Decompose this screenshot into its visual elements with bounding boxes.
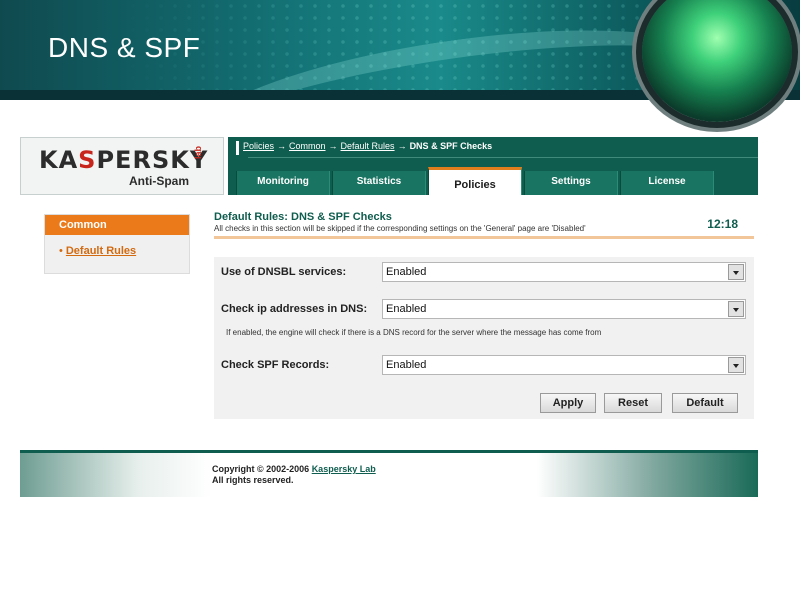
row-dnsbl: Use of DNSBL services: Enabled — [214, 262, 754, 284]
chevron-down-icon[interactable] — [728, 357, 744, 373]
dnsbl-label: Use of DNSBL services: — [221, 266, 347, 278]
row-ip-dns: Check ip addresses in DNS: Enabled — [214, 299, 754, 321]
chevron-down-icon[interactable] — [728, 264, 744, 280]
green-orb-icon — [642, 0, 792, 122]
footer: Copyright © 2002-2006 Kaspersky Lab All … — [20, 450, 758, 497]
row-spf: Check SPF Records: Enabled — [214, 355, 754, 377]
page-note: All checks in this section will be skipp… — [214, 224, 586, 233]
main-tabs: Monitoring Statistics Policies Settings … — [228, 167, 758, 195]
top-navigation-bar: Policies → Common → Default Rules → DNS & SPF … — [228, 137, 758, 195]
spf-label: Check SPF Records: — [221, 359, 330, 371]
sidebar-item-default-rules[interactable]: • Default Rules — [45, 245, 189, 257]
logo-lab-text: lab — [193, 146, 203, 160]
copyright: Copyright © 2002-2006 Kaspersky Lab All … — [212, 464, 376, 486]
product-name: Anti-Spam — [129, 174, 189, 188]
page-title: Default Rules: DNS & SPF Checks — [214, 211, 392, 223]
settings-panel: Use of DNSBL services: Enabled Check ip … — [214, 257, 754, 419]
tab-monitoring[interactable]: Monitoring — [236, 171, 330, 195]
footer-divider — [20, 450, 758, 453]
breadcrumb-divider — [248, 157, 758, 158]
tab-statistics[interactable]: Statistics — [332, 171, 426, 195]
clock: 12:18 — [707, 217, 738, 231]
breadcrumb-arrow-icon: → — [277, 141, 287, 151]
breadcrumb-link-common[interactable]: Common — [289, 141, 326, 151]
tab-policies[interactable]: Policies — [428, 167, 522, 195]
breadcrumb-link-policies[interactable]: Policies — [243, 141, 274, 151]
content-header: Default Rules: DNS & SPF Checks All chec… — [214, 211, 754, 239]
reset-button[interactable]: Reset — [604, 393, 662, 413]
dnsbl-select[interactable]: Enabled — [382, 262, 746, 282]
ip-dns-select-value: Enabled — [386, 303, 427, 315]
breadcrumb: Policies → Common → Default Rules → DNS & SPF … — [236, 141, 492, 155]
ip-dns-select[interactable]: Enabled — [382, 299, 746, 319]
rights-text: All rights reserved. — [212, 475, 294, 485]
ip-dns-label: Check ip addresses in DNS: — [221, 303, 368, 315]
copyright-prefix: Copyright © 2002-2006 — [212, 464, 310, 474]
chevron-down-icon[interactable] — [728, 301, 744, 317]
kaspersky-app-window: KASPERSKY lab Anti-Spam Policies → Common →… — [20, 137, 758, 501]
kaspersky-logo: KASPERSKY lab Anti-Spam — [20, 137, 224, 195]
dnsbl-select-value: Enabled — [386, 266, 427, 278]
spf-select[interactable]: Enabled — [382, 355, 746, 375]
default-button[interactable]: Default — [672, 393, 738, 413]
tab-license[interactable]: License — [620, 171, 714, 195]
apply-button[interactable]: Apply — [540, 393, 596, 413]
breadcrumb-arrow-icon: → — [328, 141, 338, 151]
ip-dns-hint: If enabled, the engine will check if the… — [226, 328, 602, 337]
company-link[interactable]: Kaspersky Lab — [312, 464, 376, 474]
breadcrumb-arrow-icon: → — [397, 141, 407, 151]
slide-title: DNS & SPF — [48, 32, 201, 63]
header-divider — [214, 236, 754, 239]
bullet-icon: • — [59, 245, 63, 257]
logo-wordmark: KASPERSKY — [39, 146, 209, 174]
breadcrumb-link-default-rules[interactable]: Default Rules — [341, 141, 395, 151]
tab-settings[interactable]: Settings — [524, 171, 618, 195]
sidebar: Common • Default Rules — [44, 214, 190, 274]
spf-select-value: Enabled — [386, 359, 427, 371]
breadcrumb-current: DNS & SPF Checks — [409, 141, 493, 151]
sidebar-item-label[interactable]: Default Rules — [66, 245, 136, 257]
sidebar-header: Common — [45, 215, 189, 235]
